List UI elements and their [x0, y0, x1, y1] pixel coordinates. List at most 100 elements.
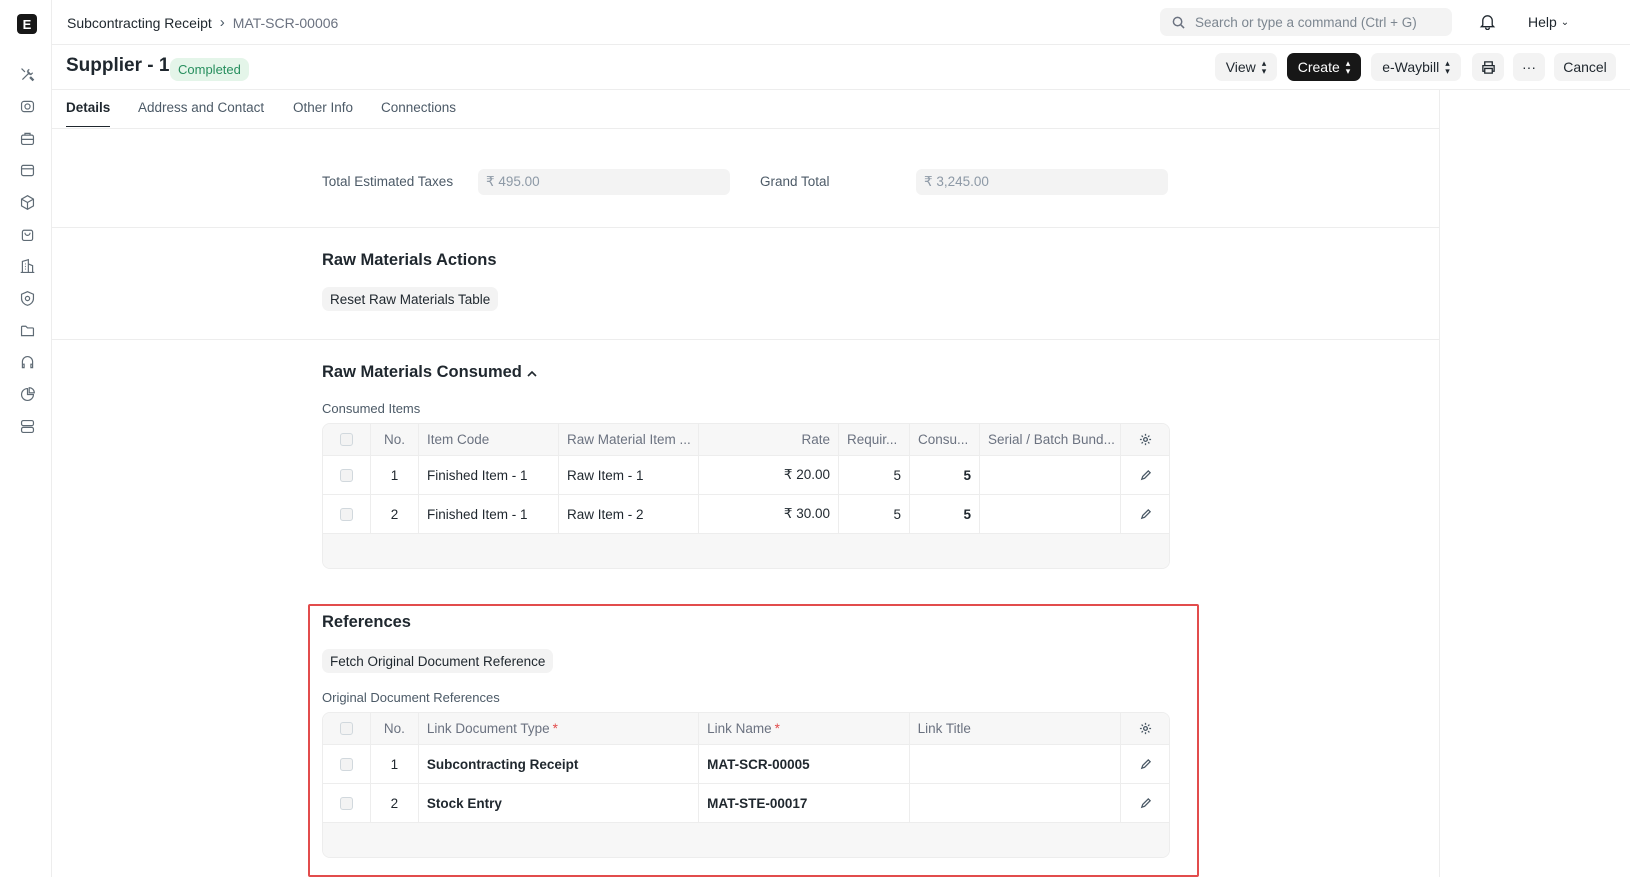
help-label: Help [1528, 14, 1557, 30]
table-row[interactable]: 1 Finished Item - 1 Raw Item - 1 ₹ 20.00… [323, 456, 1169, 495]
column-header[interactable]: Item Code [419, 424, 559, 455]
breadcrumb-doctype[interactable]: Subcontracting Receipt [67, 15, 212, 31]
chevron-down-icon: ⌄ [1560, 16, 1570, 28]
rate-cell[interactable]: ₹ 30.00 [699, 495, 839, 533]
row-number: 2 [371, 495, 419, 533]
raw-materials-actions-title: Raw Materials Actions [322, 251, 497, 269]
box-icon[interactable] [17, 192, 37, 212]
serial-batch-cell[interactable] [980, 495, 1121, 533]
print-button[interactable] [1472, 53, 1504, 81]
ewaybill-button-label: e-Waybill [1382, 59, 1440, 75]
sidebar: E [0, 0, 52, 877]
form-tabs: Details Address and Contact Other Info C… [52, 90, 1440, 129]
item-code-cell[interactable]: Finished Item - 1 [419, 495, 559, 533]
app-logo[interactable]: E [17, 14, 37, 34]
raw-item-cell[interactable]: Raw Item - 1 [559, 456, 699, 494]
required-qty-cell[interactable]: 5 [839, 456, 910, 494]
status-badge: Completed [170, 58, 249, 81]
view-button-label: View [1225, 59, 1256, 75]
search-bar[interactable] [1160, 8, 1452, 36]
content-border [1439, 90, 1440, 877]
bag-icon[interactable] [17, 224, 37, 244]
row-edit-cell[interactable] [1121, 456, 1169, 494]
consumed-items-table: No. Item Code Raw Material Item ... Rate… [322, 423, 1170, 569]
raw-item-cell[interactable]: Raw Item - 2 [559, 495, 699, 533]
search-icon [1172, 16, 1185, 29]
more-dots-icon: ··· [1522, 59, 1536, 75]
row-select-cell[interactable] [323, 456, 371, 494]
row-checkbox[interactable] [340, 468, 353, 482]
breadcrumb-document[interactable]: MAT-SCR-00006 [233, 15, 339, 31]
serial-batch-cell[interactable] [980, 456, 1121, 494]
consumed-qty-cell[interactable]: 5 [910, 495, 980, 533]
page-title: Supplier - 1 [66, 55, 170, 76]
select-all-checkbox[interactable] [340, 433, 353, 446]
column-header[interactable]: Rate [699, 424, 839, 455]
shield-icon[interactable] [17, 288, 37, 308]
chevron-right-icon: › [219, 14, 225, 31]
help-dropdown[interactable]: Help ⌄ [1528, 14, 1569, 30]
consumed-qty-cell[interactable]: 5 [910, 456, 980, 494]
printer-icon [1481, 60, 1495, 74]
create-button[interactable]: Create ▴ ▾ [1287, 53, 1361, 81]
top-navbar: Subcontracting Receipt › MAT-SCR-00006 H… [52, 0, 1630, 45]
column-header: No. [371, 424, 419, 455]
select-all-cell[interactable] [323, 424, 371, 455]
references-highlight-box [308, 604, 1199, 877]
reset-raw-materials-button[interactable]: Reset Raw Materials Table [322, 287, 499, 311]
search-input[interactable] [1195, 14, 1445, 30]
consumed-items-label: Consumed Items [322, 401, 421, 416]
tab-other-info[interactable]: Other Info [293, 100, 353, 126]
column-settings-cell[interactable] [1121, 424, 1169, 455]
column-header[interactable]: Requir... [839, 424, 910, 455]
more-actions-button[interactable]: ··· [1513, 53, 1545, 81]
page-head: Supplier - 1 Completed View ▴ ▾ Create ▴ ▾… [52, 45, 1630, 90]
updown-chevron-icon: ▴ ▾ [1261, 58, 1267, 76]
pie-chart-icon[interactable] [17, 384, 37, 404]
building-icon[interactable] [17, 256, 37, 276]
updown-chevron-icon: ▴ ▾ [1445, 58, 1450, 76]
row-edit-cell[interactable] [1121, 495, 1169, 533]
tab-details[interactable]: Details [66, 100, 111, 127]
raw-materials-consumed-title[interactable]: Raw Materials Consumed [322, 363, 522, 382]
server-icon[interactable] [17, 416, 37, 436]
section-divider [52, 227, 1439, 228]
edit-pencil-icon[interactable] [1139, 469, 1152, 482]
section-divider [52, 339, 1439, 340]
headset-icon[interactable] [17, 352, 37, 372]
grand-total-field[interactable]: ₹ 3,245.00 [916, 169, 1168, 195]
table-row[interactable]: 2 Finished Item - 1 Raw Item - 2 ₹ 30.00… [323, 495, 1169, 534]
create-button-label: Create [1297, 59, 1340, 75]
total-taxes-label: Total Estimated Taxes [322, 174, 454, 189]
briefcase-icon[interactable] [17, 128, 37, 148]
rate-cell[interactable]: ₹ 20.00 [699, 456, 839, 494]
gear-icon[interactable] [1139, 433, 1152, 446]
column-header[interactable]: Raw Material Item ... [559, 424, 699, 455]
row-checkbox[interactable] [340, 507, 353, 521]
grand-total-label: Grand Total [760, 174, 830, 189]
view-button[interactable]: View ▴ ▾ [1215, 53, 1277, 81]
notification-bell-icon[interactable] [1479, 13, 1497, 31]
updown-chevron-icon: ▴ ▾ [1345, 58, 1351, 76]
tab-connections[interactable]: Connections [381, 100, 456, 126]
total-taxes-field[interactable]: ₹ 495.00 [478, 169, 730, 195]
item-code-cell[interactable]: Finished Item - 1 [419, 456, 559, 494]
table-header-row: No. Item Code Raw Material Item ... Rate… [323, 424, 1169, 456]
breadcrumb: Subcontracting Receipt › MAT-SCR-00006 [67, 14, 338, 31]
column-header[interactable]: Consu... [910, 424, 980, 455]
webcam-icon[interactable] [17, 96, 37, 116]
ewaybill-button[interactable]: e-Waybill ▴ ▾ [1371, 53, 1461, 81]
table-footer [323, 534, 1169, 568]
required-qty-cell[interactable]: 5 [839, 495, 910, 533]
folder-icon[interactable] [17, 320, 37, 340]
card-icon[interactable] [17, 160, 37, 180]
chevron-up-icon[interactable] [525, 367, 539, 381]
row-select-cell[interactable] [323, 495, 371, 533]
edit-pencil-icon[interactable] [1139, 508, 1152, 521]
cancel-button[interactable]: Cancel [1554, 53, 1616, 81]
cancel-button-label: Cancel [1563, 59, 1607, 75]
tools-icon[interactable] [17, 64, 37, 84]
row-number: 1 [371, 456, 419, 494]
column-header[interactable]: Serial / Batch Bund... [980, 424, 1121, 455]
tab-address-and-contact[interactable]: Address and Contact [138, 100, 264, 126]
